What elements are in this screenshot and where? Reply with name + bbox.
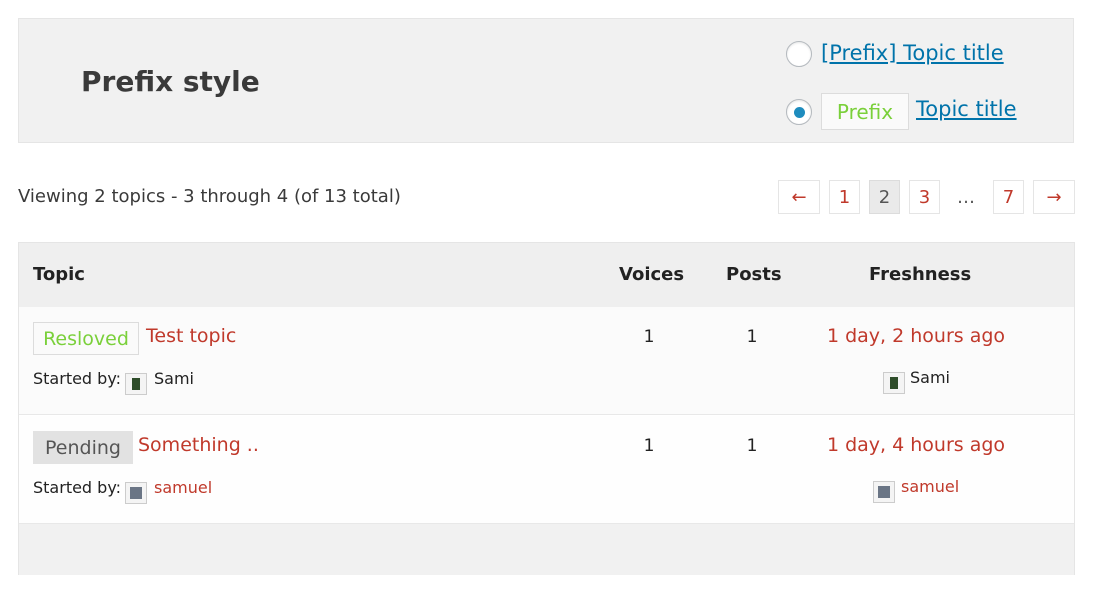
prefix-option1-radio[interactable] (786, 41, 812, 67)
prefix-style-panel: Prefix style [Prefix] Topic title Prefix… (18, 18, 1074, 143)
table-row: Pending Something .. Started by: samuel … (19, 416, 1074, 524)
pagination-page-7[interactable]: 7 (993, 180, 1024, 214)
prefix-option2-link[interactable]: Topic title (916, 97, 1017, 121)
posts-count: 1 (746, 436, 758, 456)
started-by-label: Started by: (33, 478, 122, 497)
topic-title-link[interactable]: Test topic (146, 325, 236, 347)
table-row: Resloved Test topic Started by: Sami 1 1… (19, 307, 1074, 415)
voices-count: 1 (643, 327, 655, 347)
header-topic: Topic (33, 264, 85, 285)
topic-title-link[interactable]: Something .. (138, 434, 259, 456)
status-badge-resolved: Resloved (33, 322, 139, 355)
pagination: ← 1 2 3 … 7 → (0, 180, 1100, 214)
header-freshness: Freshness (869, 264, 972, 285)
last-author-link[interactable]: samuel (901, 477, 959, 496)
last-author-avatar[interactable] (883, 372, 905, 394)
author-link[interactable]: Sami (154, 369, 194, 388)
prefix-option1-link[interactable]: [Prefix] Topic title (821, 41, 1004, 65)
pagination-ellipsis: … (957, 186, 975, 208)
topics-table: Topic Voices Posts Freshness Resloved Te… (18, 242, 1075, 575)
author-link[interactable]: samuel (154, 478, 212, 497)
pagination-page-3[interactable]: 3 (909, 180, 940, 214)
prefix-option2-chip: Prefix (821, 93, 909, 130)
status-badge-pending: Pending (33, 431, 133, 464)
voices-count: 1 (643, 436, 655, 456)
posts-count: 1 (746, 327, 758, 347)
last-author-link[interactable]: Sami (910, 368, 950, 387)
prefix-style-heading: Prefix style (81, 65, 260, 98)
table-footer (19, 524, 1074, 575)
freshness-link[interactable]: 1 day, 2 hours ago (796, 325, 1036, 347)
author-avatar[interactable] (125, 482, 147, 504)
pagination-next-button[interactable]: → (1033, 180, 1075, 214)
pagination-page-1[interactable]: 1 (829, 180, 860, 214)
pagination-page-2-current: 2 (869, 180, 900, 214)
last-author-avatar[interactable] (873, 481, 895, 503)
started-by-label: Started by: (33, 369, 122, 388)
author-avatar[interactable] (125, 373, 147, 395)
header-posts: Posts (726, 264, 782, 285)
header-voices: Voices (619, 264, 685, 285)
freshness-link[interactable]: 1 day, 4 hours ago (796, 434, 1036, 456)
prefix-option2-radio[interactable] (786, 99, 812, 125)
pagination-prev-button[interactable]: ← (778, 180, 820, 214)
table-header: Topic Voices Posts Freshness (19, 243, 1074, 307)
